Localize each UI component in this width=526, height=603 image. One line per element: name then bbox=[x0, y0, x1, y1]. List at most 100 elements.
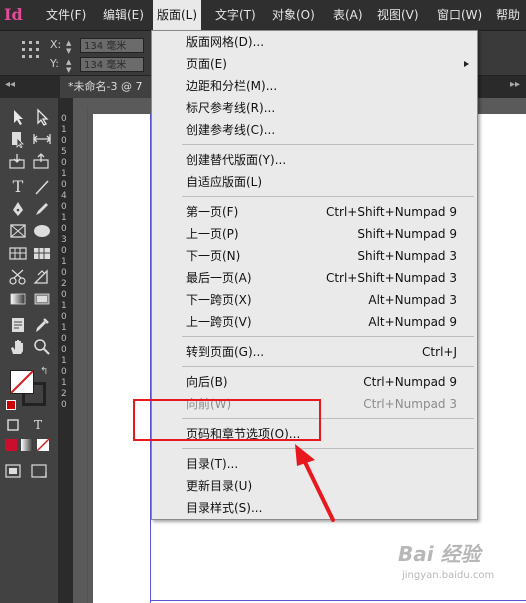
annotation-highlight-box bbox=[133, 399, 321, 441]
menu-item-label: 上一页(P) bbox=[186, 227, 239, 241]
selection-tool-icon[interactable] bbox=[8, 108, 28, 126]
menu-item-label: 上一跨页(V) bbox=[186, 315, 252, 329]
y-stepper-icon[interactable]: ▲ ▼ bbox=[66, 58, 76, 74]
menu-item-next-spread[interactable]: 下一跨页(X) Alt+Numpad 3 bbox=[152, 289, 477, 311]
direct-selection-tool-icon[interactable] bbox=[32, 108, 52, 126]
vertical-ruler: 010501040103010201010010120 bbox=[59, 98, 73, 603]
ruler-tick-label: 0 bbox=[61, 367, 67, 377]
menu-separator bbox=[182, 144, 474, 145]
fill-none-icon[interactable] bbox=[10, 370, 34, 394]
screen-mode-normal-icon[interactable] bbox=[4, 462, 22, 480]
menu-item-next-page[interactable]: 下一页(N) Shift+Numpad 3 bbox=[152, 245, 477, 267]
menu-item-shortcut: Ctrl+Numpad 3 bbox=[363, 397, 457, 411]
menu-help[interactable]: 帮助 bbox=[492, 0, 524, 30]
apply-none-icon[interactable] bbox=[36, 438, 50, 452]
page-tool-icon[interactable] bbox=[8, 130, 28, 148]
menu-item-label: 下一跨页(X) bbox=[186, 293, 252, 307]
menu-item-shortcut: Ctrl+Shift+Numpad 9 bbox=[325, 205, 457, 219]
ruler-tick-label: 0 bbox=[61, 334, 67, 344]
menu-item-liquid-layout[interactable]: 自适应版面(L) bbox=[152, 171, 477, 193]
annotation-arrow-icon bbox=[295, 444, 335, 522]
apply-gradient-icon[interactable] bbox=[20, 438, 34, 452]
menu-file[interactable]: 文件(F) bbox=[42, 0, 90, 30]
watermark: Bai 经验 jingyan.baidu.com bbox=[398, 538, 526, 600]
ruler-tick-label: 0 bbox=[61, 180, 67, 190]
formatting-container-icon[interactable] bbox=[6, 418, 20, 432]
type-tool-icon[interactable]: T bbox=[8, 178, 28, 196]
expand-panel-icon[interactable]: ▸▸ bbox=[510, 79, 520, 90]
eyedropper-tool-icon[interactable] bbox=[32, 316, 52, 334]
menu-item-label: 创建参考线(C)... bbox=[186, 123, 276, 137]
document-tab[interactable]: *未命名-3 @ 7 bbox=[60, 76, 160, 98]
content-collector-icon[interactable] bbox=[8, 152, 28, 170]
menu-bar: Id 文件(F) 编辑(E) 版面(L) 文字(T) 对象(O) 表(A) 视图… bbox=[0, 0, 526, 31]
menu-item-previous-page[interactable]: 上一页(P) Shift+Numpad 9 bbox=[152, 223, 477, 245]
menu-item-previous-spread[interactable]: 上一跨页(V) Alt+Numpad 9 bbox=[152, 311, 477, 333]
menu-item-pages[interactable]: 页面(E) bbox=[152, 53, 477, 75]
screen-mode-preview-icon[interactable] bbox=[30, 462, 48, 480]
ruler-tick-label: 1 bbox=[61, 323, 67, 333]
bleed-guide bbox=[87, 106, 88, 603]
menu-item-layout-grid[interactable]: 版面网格(D)... bbox=[152, 31, 477, 53]
menu-item-ruler-guides[interactable]: 标尺参考线(R)... bbox=[152, 97, 477, 119]
table-tool-icon[interactable] bbox=[8, 244, 28, 262]
menu-item-label: 边距和分栏(M)... bbox=[186, 79, 278, 93]
x-field[interactable]: 134 毫米 bbox=[80, 38, 144, 53]
menu-item-label: 创建替代版面(Y)... bbox=[186, 153, 287, 167]
menu-item-label: 最后一页(A) bbox=[186, 271, 252, 285]
reference-point-icon[interactable] bbox=[22, 41, 40, 59]
ellipse-tool-icon[interactable] bbox=[32, 222, 52, 240]
menu-edit[interactable]: 编辑(E) bbox=[99, 0, 148, 30]
pencil-tool-icon[interactable] bbox=[32, 200, 52, 218]
ruler-tick-label: 0 bbox=[61, 158, 67, 168]
x-stepper-icon[interactable]: ▲ ▼ bbox=[66, 39, 76, 55]
gradient-swatch-tool-icon[interactable] bbox=[8, 290, 28, 308]
hand-tool-icon[interactable] bbox=[8, 338, 28, 356]
ruler-tick-label: 1 bbox=[61, 125, 67, 135]
menu-layout[interactable]: 版面(L) bbox=[153, 0, 202, 30]
menu-separator bbox=[182, 336, 474, 337]
gradient-feather-tool-icon[interactable] bbox=[32, 290, 52, 308]
menu-item-go-back[interactable]: 向后(B) Ctrl+Numpad 9 bbox=[152, 371, 477, 393]
default-fill-stroke-icon[interactable] bbox=[6, 400, 16, 410]
ruler-tick-label: 4 bbox=[61, 191, 67, 201]
menu-item-shortcut: Shift+Numpad 3 bbox=[357, 249, 457, 263]
menu-item-margins-columns[interactable]: 边距和分栏(M)... bbox=[152, 75, 477, 97]
menu-window[interactable]: 窗口(W) bbox=[433, 0, 486, 30]
menu-view[interactable]: 视图(V) bbox=[373, 0, 423, 30]
menu-item-first-page[interactable]: 第一页(F) Ctrl+Shift+Numpad 9 bbox=[152, 201, 477, 223]
ruler-tick-label: 2 bbox=[61, 389, 67, 399]
ruler-tick-label: 1 bbox=[61, 301, 67, 311]
rectangle-frame-tool-icon[interactable] bbox=[8, 222, 28, 240]
menu-item-label: 第一页(F) bbox=[186, 205, 239, 219]
y-label: Y: bbox=[50, 57, 59, 70]
line-tool-icon[interactable] bbox=[32, 178, 52, 196]
grid-tool-icon[interactable] bbox=[32, 244, 52, 262]
ruler-tick-label: 1 bbox=[61, 356, 67, 366]
ruler-tick-label: 0 bbox=[61, 224, 67, 234]
scissors-tool-icon[interactable] bbox=[8, 268, 28, 286]
pen-tool-icon[interactable] bbox=[8, 200, 28, 218]
menu-item-last-page[interactable]: 最后一页(A) Ctrl+Shift+Numpad 3 bbox=[152, 267, 477, 289]
ruler-tick-label: 0 bbox=[61, 400, 67, 410]
indesign-logo: Id bbox=[4, 5, 23, 24]
zoom-tool-icon[interactable] bbox=[32, 338, 52, 356]
menu-object[interactable]: 对象(O) bbox=[268, 0, 319, 30]
y-field[interactable]: 134 毫米 bbox=[80, 57, 144, 72]
menu-type[interactable]: 文字(T) bbox=[211, 0, 260, 30]
menu-item-create-guides[interactable]: 创建参考线(C)... bbox=[152, 119, 477, 141]
content-placer-icon[interactable] bbox=[32, 152, 52, 170]
free-transform-tool-icon[interactable] bbox=[32, 268, 52, 286]
swap-fill-stroke-icon[interactable]: ↰ bbox=[40, 366, 48, 377]
menu-item-shortcut: Shift+Numpad 9 bbox=[357, 227, 457, 241]
watermark-logo: Bai 经验 bbox=[398, 542, 481, 566]
gap-tool-icon[interactable] bbox=[32, 130, 52, 148]
menu-item-go-to-page[interactable]: 转到页面(G)... Ctrl+J bbox=[152, 341, 477, 363]
note-tool-icon[interactable] bbox=[8, 316, 28, 334]
collapse-panel-icon[interactable]: ◂◂ bbox=[5, 79, 15, 90]
apply-color-icon[interactable] bbox=[4, 438, 18, 452]
tools-panel: T ↰ T bbox=[0, 98, 59, 603]
menu-table[interactable]: 表(A) bbox=[329, 0, 367, 30]
menu-item-create-alternate-layout[interactable]: 创建替代版面(Y)... bbox=[152, 149, 477, 171]
formatting-text-icon[interactable]: T bbox=[28, 416, 48, 434]
